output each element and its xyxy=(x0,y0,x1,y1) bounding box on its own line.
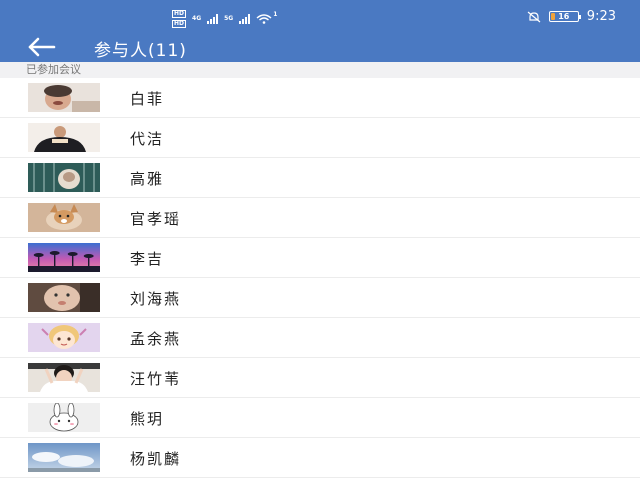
participant-row[interactable]: 官孝瑶 xyxy=(0,198,640,238)
avatar xyxy=(28,243,100,272)
avatar-photo-sky xyxy=(28,443,100,472)
avatar xyxy=(28,83,100,112)
avatar xyxy=(28,363,100,392)
avatar-photo-dog xyxy=(28,203,100,232)
participant-row[interactable]: 高雅 xyxy=(0,158,640,198)
avatar-cartoon-girl xyxy=(28,323,100,352)
signal-bars-icon-2 xyxy=(239,14,251,24)
avatar xyxy=(28,163,100,192)
participant-name: 高雅 xyxy=(130,170,165,188)
app-header: HD HD 4G 5G 1 16 9:23 参与人(11) xyxy=(0,0,640,62)
status-time: 9:23 xyxy=(586,9,616,24)
battery-icon: 16 xyxy=(548,11,581,22)
avatar xyxy=(28,443,100,472)
participant-name: 李吉 xyxy=(130,250,165,268)
avatar-photo-cat xyxy=(28,163,100,192)
network-type-b: 5G xyxy=(224,15,234,22)
page-title: 参与人(11) xyxy=(94,41,187,61)
participant-row[interactable]: 刘海燕 xyxy=(0,278,640,318)
avatar xyxy=(28,123,100,152)
battery-fill xyxy=(550,13,556,20)
avatar xyxy=(28,403,100,432)
signal-group: HD HD 4G 5G 1 xyxy=(172,10,277,28)
bell-off-icon xyxy=(527,11,541,22)
participant-name: 刘海燕 xyxy=(130,290,182,308)
avatar-photo-palm-sunset xyxy=(28,243,100,272)
participant-row[interactable]: 李吉 xyxy=(0,238,640,278)
wifi-icon xyxy=(256,14,272,24)
avatar-photo-child xyxy=(28,363,100,392)
arrow-left-icon[interactable] xyxy=(26,36,56,58)
participant-row[interactable]: 杨凯麟 xyxy=(0,438,640,478)
avatar-photo-baby-face xyxy=(28,83,100,112)
carrier-tags: HD HD xyxy=(172,10,187,28)
avatar-cartoon-rabbit xyxy=(28,403,100,432)
avatar xyxy=(28,203,100,232)
hd-badge-1: HD xyxy=(172,10,187,18)
participant-name: 代洁 xyxy=(130,130,165,148)
status-right: 16 9:23 xyxy=(527,9,616,24)
title-bar: 参与人(11) xyxy=(0,32,640,62)
participant-row[interactable]: 熊玥 xyxy=(0,398,640,438)
participant-name: 白菲 xyxy=(130,90,165,108)
avatar-photo-person-dark xyxy=(28,123,100,152)
section-header: 已参加会议 xyxy=(0,62,640,78)
status-bar: HD HD 4G 5G 1 16 9:23 xyxy=(0,0,640,32)
participant-name: 熊玥 xyxy=(130,410,165,428)
network-type-a: 4G xyxy=(192,15,202,22)
signal-bars-icon xyxy=(207,14,219,24)
avatar xyxy=(28,283,100,312)
hd-badge-2: HD xyxy=(172,20,187,28)
participant-name: 杨凯麟 xyxy=(130,450,182,468)
battery-level: 16 xyxy=(558,12,570,21)
participant-list: 白菲 代洁 高雅 官孝瑶 李吉 刘海燕 孟余燕 汪竹苇 熊玥 杨凯麟 xyxy=(0,78,640,478)
wifi-superscript: 1 xyxy=(273,11,278,18)
participant-row[interactable]: 白菲 xyxy=(0,78,640,118)
participant-row[interactable]: 汪竹苇 xyxy=(0,358,640,398)
avatar xyxy=(28,323,100,352)
participant-row[interactable]: 代洁 xyxy=(0,118,640,158)
participant-row[interactable]: 孟余燕 xyxy=(0,318,640,358)
avatar-photo-baby xyxy=(28,283,100,312)
participant-name: 官孝瑶 xyxy=(130,210,182,228)
participant-name: 汪竹苇 xyxy=(130,370,182,388)
participant-name: 孟余燕 xyxy=(130,330,182,348)
